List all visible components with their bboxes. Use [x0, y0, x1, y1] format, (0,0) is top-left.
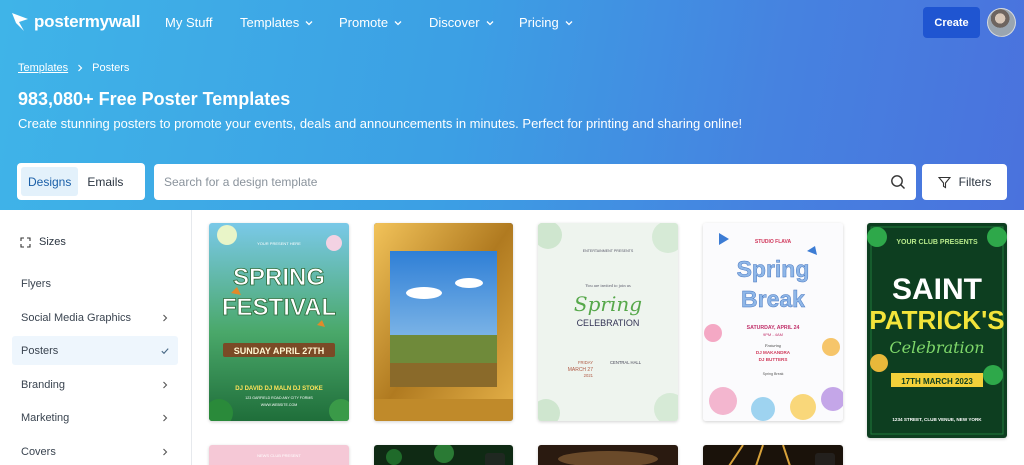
chevron-right-icon [163, 414, 168, 421]
search-icon[interactable] [890, 174, 906, 190]
svg-text:PATRICK'S: PATRICK'S [869, 305, 1004, 335]
svg-text:FRIDAY: FRIDAY [578, 360, 593, 365]
breadcrumb-current: Posters [92, 62, 130, 74]
template-card-spring-festival[interactable]: YOUR PRESENT HERE SPRING FESTIVAL SUNDAY… [209, 223, 349, 421]
svg-text:YOUR CLUB PRESENTS: YOUR CLUB PRESENTS [896, 239, 978, 246]
svg-text:1234 STREET, CLUB VENUE, NEW Y: 1234 STREET, CLUB VENUE, NEW YORK [892, 417, 982, 422]
svg-text:FESTIVAL: FESTIVAL [222, 294, 336, 321]
sidebar: Sizes Flyers Social Media Graphics Poste… [0, 210, 192, 465]
filters-button[interactable]: Filters [922, 164, 1007, 200]
logo[interactable]: postermywall [12, 12, 140, 32]
nav-promote[interactable]: Promote [339, 15, 402, 30]
svg-text:2021: 2021 [584, 373, 594, 378]
chevron-right-icon [163, 448, 168, 455]
template-card-saint-patricks[interactable]: YOUR CLUB PRESENTS SAINT PATRICK'S Celeb… [867, 223, 1007, 438]
svg-text:NEWS CLUB PRESENT: NEWS CLUB PRESENT [257, 453, 301, 458]
logo-text: postermywall [34, 12, 141, 31]
chevron-down-icon [486, 20, 494, 25]
svg-text:Break: Break [741, 286, 805, 312]
svg-text:Spring: Spring [737, 256, 810, 282]
chevron-right-icon [163, 314, 168, 321]
video-icon [485, 453, 505, 465]
sidebar-item-branding[interactable]: Branding [12, 370, 178, 399]
chevron-down-icon [394, 20, 402, 25]
chevron-right-icon [78, 64, 83, 72]
svg-text:123 GARFIELD ROAD ANY CITY FOR: 123 GARFIELD ROAD ANY CITY FORMS [245, 396, 313, 400]
sidebar-item-covers[interactable]: Covers [12, 437, 178, 465]
svg-text:DJ DAVID DJ MALN DJ STOKE: DJ DAVID DJ MALN DJ STOKE [235, 386, 322, 392]
filter-icon [937, 176, 951, 188]
template-card-row2-4[interactable] [703, 445, 843, 465]
designs-emails-toggle: Designs Emails [17, 163, 145, 200]
video-icon [815, 453, 835, 465]
svg-text:CELEBRATION: CELEBRATION [577, 318, 640, 328]
template-card-spring-break[interactable]: STUDIO FLAVA Spring Break SATURDAY, APRI… [703, 223, 843, 421]
nav-my-stuff[interactable]: My Stuff [165, 15, 212, 30]
poster-row2-3 [538, 445, 678, 465]
poster-spring-festival: YOUR PRESENT HERE SPRING FESTIVAL SUNDAY… [209, 223, 349, 421]
toggle-designs[interactable]: Designs [21, 167, 79, 196]
nav-templates[interactable]: Templates [240, 15, 313, 30]
poster-row2-1: NEWS CLUB PRESENT [209, 445, 349, 465]
poster-golden-frame [374, 223, 513, 421]
poster-spring-celebration: ENTERTAINMENT PRESENTS You are invited t… [538, 223, 678, 421]
sidebar-item-marketing[interactable]: Marketing [12, 403, 178, 432]
create-button[interactable]: Create [923, 7, 980, 38]
breadcrumb: Templates Posters [18, 62, 129, 74]
svg-text:CENTRAL HALL: CENTRAL HALL [610, 360, 642, 365]
page-subtitle: Create stunning posters to promote your … [18, 116, 743, 131]
svg-text:YOUR PRESENT HERE: YOUR PRESENT HERE [257, 241, 301, 246]
template-card-row2-3[interactable] [538, 445, 678, 465]
poster-saint-patricks: YOUR CLUB PRESENTS SAINT PATRICK'S Celeb… [867, 223, 1007, 438]
svg-text:Featuring: Featuring [764, 343, 781, 348]
avatar[interactable] [987, 8, 1016, 37]
svg-text:Spring Break: Spring Break [763, 372, 784, 376]
svg-text:STUDIO FLAVA: STUDIO FLAVA [755, 239, 792, 245]
svg-text:17TH MARCH 2023: 17TH MARCH 2023 [901, 377, 973, 386]
chevron-down-icon [565, 20, 573, 25]
resize-icon [20, 236, 31, 248]
filters-label: Filters [958, 175, 992, 189]
svg-text:DJ BUTTERS: DJ BUTTERS [759, 357, 788, 362]
svg-text:You are invited to join us: You are invited to join us [585, 283, 631, 288]
svg-text:DJ MAKANDRA: DJ MAKANDRA [756, 350, 791, 355]
sidebar-item-flyers[interactable]: Flyers [12, 269, 178, 298]
toggle-emails[interactable]: Emails [80, 167, 130, 196]
nav-discover[interactable]: Discover [429, 15, 494, 30]
svg-text:9PM - 4AM: 9PM - 4AM [763, 332, 783, 337]
svg-text:SATURDAY, APRIL 24: SATURDAY, APRIL 24 [747, 325, 800, 331]
page-title: 983,080+ Free Poster Templates [18, 89, 291, 109]
sidebar-item-social-media-graphics[interactable]: Social Media Graphics [12, 303, 178, 332]
template-card-golden-frame[interactable] [374, 223, 513, 421]
poster-spring-break: STUDIO FLAVA Spring Break SATURDAY, APRI… [703, 223, 843, 421]
chevron-right-icon [163, 381, 168, 388]
search-bar [154, 164, 916, 200]
svg-text:SUNDAY APRIL 27TH: SUNDAY APRIL 27TH [234, 346, 325, 356]
template-card-row2-2[interactable] [374, 445, 513, 465]
hero-banner: postermywall My Stuff Templates Promote … [0, 0, 1024, 210]
breadcrumb-templates-link[interactable]: Templates [18, 62, 68, 74]
top-nav: postermywall My Stuff Templates Promote … [0, 0, 1024, 44]
check-icon [161, 347, 169, 354]
nav-pricing[interactable]: Pricing [519, 15, 573, 30]
svg-text:Celebration: Celebration [889, 338, 984, 357]
template-card-spring-celebration[interactable]: ENTERTAINMENT PRESENTS You are invited t… [538, 223, 678, 421]
svg-text:SAINT: SAINT [892, 273, 982, 306]
sidebar-item-posters[interactable]: Posters [12, 336, 178, 365]
template-card-row2-1[interactable]: NEWS CLUB PRESENT [209, 445, 349, 465]
search-input[interactable] [154, 164, 874, 200]
svg-text:ENTERTAINMENT PRESENTS: ENTERTAINMENT PRESENTS [583, 249, 634, 253]
svg-text:WWW.WEBSITE.COM: WWW.WEBSITE.COM [261, 403, 298, 407]
sidebar-heading: Sizes [20, 236, 66, 248]
chevron-down-icon [305, 20, 313, 25]
logo-icon [12, 13, 28, 31]
svg-text:SPRING: SPRING [233, 264, 325, 291]
svg-text:Spring: Spring [574, 292, 642, 316]
